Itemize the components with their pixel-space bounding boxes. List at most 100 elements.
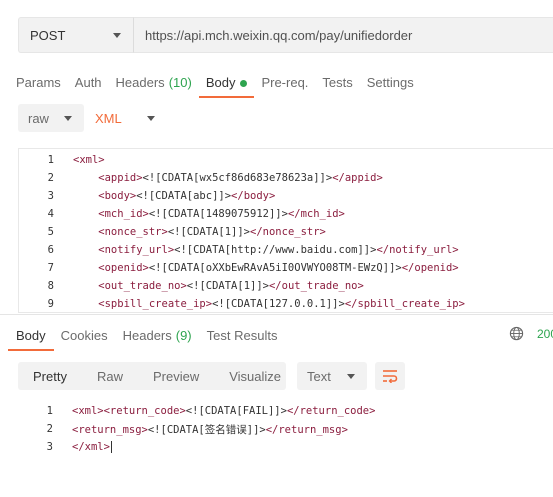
xml-cdata: <![CDATA[签名错误]]> xyxy=(147,423,266,436)
response-toolbar: Pretty Raw Preview Visualize Text xyxy=(18,362,405,390)
code-text: <mch_id><![CDATA[1489075912]]></mch_id> xyxy=(73,208,345,220)
text-cursor xyxy=(110,441,112,453)
code-text: <xml><return_code><![CDATA[FAIL]]></retu… xyxy=(72,405,375,417)
xml-cdata: <![CDATA[FAIL]]> xyxy=(185,405,287,417)
tab-label: Test Results xyxy=(206,328,278,343)
response-view-group: Pretty Raw Preview Visualize xyxy=(18,362,286,390)
tab-body[interactable]: Body xyxy=(198,72,255,98)
line-number: 1 xyxy=(46,405,53,417)
code-line: 1 <xml><return_code><![CDATA[FAIL]]></ret… xyxy=(18,402,553,420)
tab-label: Pre-req. xyxy=(261,75,309,90)
code-text: <xml> xyxy=(73,154,105,166)
tab-response-headers[interactable]: Headers (9) xyxy=(123,325,192,351)
line-number: 2 xyxy=(46,423,53,435)
code-line: 8 <out_trade_no><![CDATA[1]]></out_trade… xyxy=(19,277,553,295)
wrap-lines-icon xyxy=(383,370,398,383)
xml-close-tag: </openid> xyxy=(401,262,459,274)
headers-count: (9) xyxy=(175,328,192,343)
xml-cdata: <![CDATA[abc]]> xyxy=(136,190,232,202)
view-raw-button[interactable]: Raw xyxy=(82,362,138,390)
xml-open-tag: <appid> xyxy=(73,172,143,184)
xml-cdata: <![CDATA[wx5cf86d683e78623a]]> xyxy=(142,172,333,184)
code-line: 4 <mch_id><![CDATA[1489075912]]></mch_id… xyxy=(19,205,553,223)
method-select[interactable]: POST xyxy=(18,17,133,53)
body-mode-select[interactable]: raw xyxy=(18,104,84,132)
body-mode-label: raw xyxy=(28,110,49,126)
headers-count: (10) xyxy=(168,75,192,90)
code-text: <spbill_create_ip><![CDATA[127.0.0.1]]><… xyxy=(73,298,465,310)
globe-icon[interactable] xyxy=(509,326,524,341)
tab-auth[interactable]: Auth xyxy=(75,72,102,98)
tab-label: Settings xyxy=(366,75,414,90)
code-text: <return_msg><![CDATA[签名错误]]></return_msg… xyxy=(72,422,348,437)
line-number: 5 xyxy=(47,226,54,238)
view-pretty-button[interactable]: Pretty xyxy=(18,362,82,390)
xml-close-tag: </return_code> xyxy=(286,405,376,417)
tab-label: Body xyxy=(205,75,236,90)
view-preview-button[interactable]: Preview xyxy=(138,362,214,390)
tab-params[interactable]: Params xyxy=(16,72,61,98)
request-tabs: Params Auth Headers (10) Body Pre-req. Te… xyxy=(16,72,428,98)
xml-cdata: <![CDATA[127.0.0.1]]> xyxy=(212,298,345,310)
tab-cookies[interactable]: Cookies xyxy=(61,325,108,351)
code-text: <body><![CDATA[abc]]></body> xyxy=(73,190,275,202)
xml-open-tag: <spbill_create_ip> xyxy=(73,298,213,310)
line-number: 1 xyxy=(47,154,54,166)
chevron-down-icon xyxy=(347,374,355,379)
chevron-down-icon xyxy=(147,116,155,121)
xml-open-tag: <out_trade_no> xyxy=(73,280,187,292)
line-number: 3 xyxy=(47,190,54,202)
xml-open-tag: <xml><return_code> xyxy=(72,405,186,417)
xml-open-tag: <nonce_str> xyxy=(73,226,168,238)
url-input[interactable]: https://api.mch.weixin.qq.com/pay/unifie… xyxy=(133,17,553,53)
xml-cdata: <![CDATA[1]]> xyxy=(186,280,269,292)
tab-settings[interactable]: Settings xyxy=(367,72,414,98)
tab-tests[interactable]: Tests xyxy=(322,72,352,98)
xml-cdata: <![CDATA[1]]> xyxy=(167,226,251,238)
response-format-select[interactable]: Text xyxy=(297,362,367,390)
line-number: 2 xyxy=(47,172,54,184)
xml-cdata: <![CDATA[http://www.baidu.com]]> xyxy=(174,244,377,256)
xml-open-tag: </xml> xyxy=(72,441,110,453)
response-format-label: Text xyxy=(307,368,331,384)
code-line: 3 </xml> xyxy=(18,438,553,456)
status-code: 200 xyxy=(537,326,553,341)
wrap-lines-button[interactable] xyxy=(375,362,405,390)
line-number: 4 xyxy=(47,208,54,220)
tab-response-body[interactable]: Body xyxy=(8,325,54,351)
xml-close-tag: </out_trade_no> xyxy=(268,280,364,292)
method-label: POST xyxy=(30,27,66,43)
tab-test-results[interactable]: Test Results xyxy=(207,325,278,351)
code-text: <openid><![CDATA[oXXbEwRAvA5iI0OVWYO08TM… xyxy=(73,262,459,274)
tab-label: Tests xyxy=(322,75,353,90)
tab-headers[interactable]: Headers (10) xyxy=(116,72,192,98)
code-line: 3 <body><![CDATA[abc]]></body> xyxy=(19,187,553,205)
xml-close-tag: </body> xyxy=(231,190,276,202)
xml-open-tag: <openid> xyxy=(73,262,149,274)
tab-label: Cookies xyxy=(60,328,108,343)
line-number: 3 xyxy=(46,441,53,453)
code-text: </xml> xyxy=(72,441,112,453)
xml-cdata: <![CDATA[1489075912]]> xyxy=(148,208,288,220)
xml-open-tag: <return_msg> xyxy=(72,423,148,436)
request-body-editor[interactable]: 1 <xml> 2 <appid><![CDATA[wx5cf86d683e7862… xyxy=(18,148,553,313)
body-language-label: XML xyxy=(95,110,122,126)
tab-label: Headers xyxy=(122,328,172,343)
tab-prerequest[interactable]: Pre-req. xyxy=(261,72,308,98)
tab-label: Auth xyxy=(74,75,102,90)
xml-close-tag: </return_msg> xyxy=(265,423,348,436)
xml-close-tag: </spbill_create_ip> xyxy=(344,298,465,310)
line-number: 8 xyxy=(47,280,54,292)
xml-open-tag: <mch_id> xyxy=(73,208,149,220)
response-body-viewer[interactable]: 1 <xml><return_code><![CDATA[FAIL]]></ret… xyxy=(18,402,553,456)
view-visualize-button[interactable]: Visualize xyxy=(214,362,296,390)
pane-divider[interactable] xyxy=(0,314,553,315)
code-text: <nonce_str><![CDATA[1]]></nonce_str> xyxy=(73,226,326,238)
code-lines: 1 <xml> 2 <appid><![CDATA[wx5cf86d683e7862… xyxy=(19,149,553,312)
code-text: <notify_url><![CDATA[http://www.baidu.co… xyxy=(73,244,458,256)
code-line: 2 <return_msg><![CDATA[签名错误]]></return_ms… xyxy=(18,420,553,438)
body-language-select[interactable]: XML xyxy=(95,104,155,132)
xml-open-tag: <xml> xyxy=(73,154,105,166)
tab-label: Headers xyxy=(115,75,165,90)
xml-close-tag: </nonce_str> xyxy=(250,226,326,238)
